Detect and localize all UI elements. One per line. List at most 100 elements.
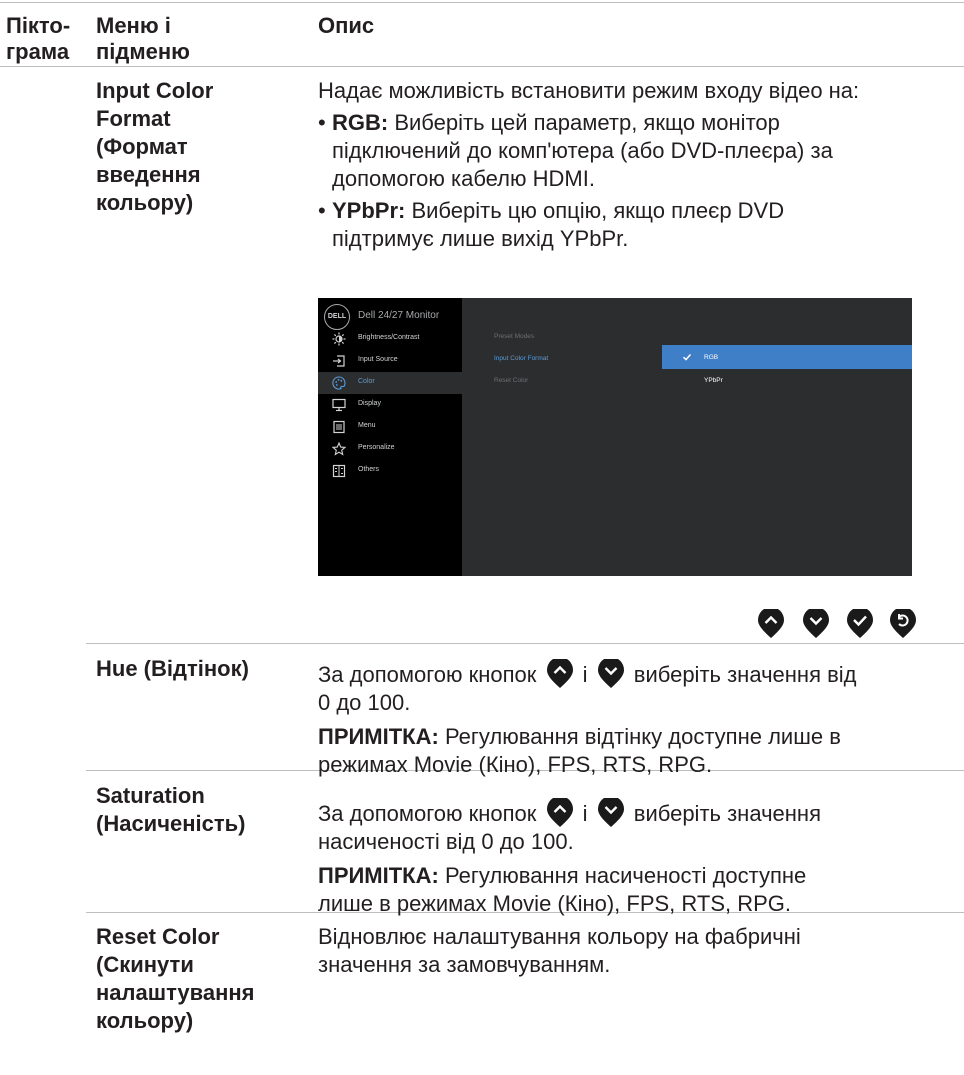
osd-menu-brightness-contrast[interactable]: Brightness/Contrast	[318, 328, 462, 350]
input-color-format-name: Input Color Format (Формат введення коль…	[96, 77, 213, 217]
hue-line-2: 0 до 100.	[318, 690, 411, 715]
saturation-description: За допомогою кнопок і виберіть значення …	[318, 798, 958, 918]
osd-option-rgb[interactable]: RGB	[704, 354, 718, 361]
display-icon	[332, 398, 346, 412]
reset-name-line: налаштування	[96, 980, 255, 1005]
saturation-line1-mid: і	[576, 801, 594, 826]
osd-option-ypbpr[interactable]: YPbPr	[704, 377, 723, 384]
input-color-name-line: Input Color	[96, 78, 214, 103]
down-button-icon	[597, 659, 624, 688]
hue-line1-mid: і	[576, 662, 594, 687]
header-pictogram-line2: грама	[6, 39, 70, 64]
saturation-line1-a: За допомогою кнопок	[318, 801, 543, 826]
osd-title: Dell 24/27 Monitor	[358, 310, 440, 321]
header-menu: Меню і підменю	[96, 13, 190, 65]
star-icon	[332, 442, 346, 456]
saturation-note-label: ПРИМІТКА:	[318, 863, 439, 888]
bullet-dot: •	[318, 198, 326, 223]
osd-submenu-preset-modes[interactable]: Preset Modes	[494, 333, 534, 340]
down-button-icon	[803, 609, 829, 638]
back-button-icon	[890, 609, 916, 638]
hue-name: Hue (Відтінок)	[96, 656, 249, 681]
osd-submenu-input-color-format[interactable]: Input Color Format	[494, 355, 548, 362]
osd-menu-personalize[interactable]: Personalize	[318, 438, 462, 460]
saturation-note: ПРИМІТКА: Регулювання насиченості доступ…	[318, 862, 958, 918]
ypbpr-text-2: підтримує лише вихід YPbPr.	[332, 226, 629, 251]
hue-line-1: За допомогою кнопок і виберіть значення …	[318, 659, 958, 689]
osd-screenshot: DELL Dell 24/27 Monitor Brightness/Contr…	[318, 298, 912, 576]
color-palette-icon	[332, 376, 346, 390]
brightness-icon	[332, 332, 346, 346]
osd-menu-others[interactable]: Others	[318, 460, 462, 482]
rgb-label: RGB:	[332, 110, 389, 135]
hue-note: ПРИМІТКА: Регулювання відтінку доступне …	[318, 723, 958, 779]
row-rule-1	[86, 643, 964, 644]
osd-submenu-panel: Preset Modes Input Color Format Reset Co…	[462, 298, 912, 576]
top-rule	[0, 2, 964, 3]
down-button-icon	[597, 798, 624, 827]
hue-note-label: ПРИМІТКА:	[318, 724, 439, 749]
osd-menu-display[interactable]: Display	[318, 394, 462, 416]
input-color-name-line: введення	[96, 162, 201, 187]
saturation-note-2: лише в режимах Movie (Кіно), FPS, RTS, R…	[318, 891, 792, 916]
up-button-icon	[546, 798, 573, 827]
up-button-icon	[758, 609, 784, 638]
rgb-bullet: • RGB: Виберіть цей параметр, якщо моніт…	[318, 109, 958, 193]
osd-menu-label: Personalize	[358, 444, 395, 451]
header-rule	[0, 66, 964, 67]
osd-submenu-reset-color[interactable]: Reset Color	[494, 377, 528, 384]
saturation-line1-b: виберіть значення	[627, 801, 821, 826]
rgb-bullet-text: RGB: Виберіть цей параметр, якщо монітор…	[332, 109, 833, 193]
rgb-text-1: Виберіть цей параметр, якщо монітор	[388, 110, 780, 135]
input-color-format-description: Надає можливість встановити режим входу …	[318, 77, 958, 253]
osd-option-rgb-highlight[interactable]	[662, 345, 912, 369]
input-color-name-line: (Формат	[96, 134, 188, 159]
input-color-name-line: Format	[96, 106, 171, 131]
hue-note-1: Регулювання відтінку доступне лише в	[438, 724, 841, 749]
saturation-name: Saturation (Насиченість)	[96, 782, 245, 838]
osd-menu-input-source[interactable]: Input Source	[318, 350, 462, 372]
ypbpr-bullet: • YPbPr: Виберіть цю опцію, якщо плеєр D…	[318, 197, 958, 253]
osd-menu-label: Color	[358, 378, 375, 385]
header-description: Опис	[318, 13, 375, 38]
others-icon	[332, 464, 346, 478]
header-pictogram: Пікто- грама	[6, 13, 70, 65]
rgb-text-2: підключений до комп'ютера (або DVD-плеєр…	[332, 138, 833, 163]
saturation-name-line: Saturation	[96, 783, 205, 808]
reset-name-line: кольору)	[96, 1008, 194, 1033]
rgb-text-3: допомогою кабелю HDMI.	[332, 166, 595, 191]
hue-line1-b: виберіть значення від	[627, 662, 857, 687]
saturation-note-1: Регулювання насиченості доступне	[438, 863, 807, 888]
input-source-icon	[333, 355, 345, 367]
input-color-intro: Надає можливість встановити режим входу …	[318, 78, 860, 103]
saturation-line-1: За допомогою кнопок і виберіть значення	[318, 798, 958, 828]
osd-menu-label: Display	[358, 400, 381, 407]
hue-description: За допомогою кнопок і виберіть значення …	[318, 659, 958, 779]
header-pictogram-line1: Пікто-	[6, 13, 71, 38]
check-icon	[682, 353, 692, 361]
dell-logo: DELL	[324, 304, 350, 330]
osd-menu-label: Menu	[358, 422, 376, 429]
ypbpr-label: YPbPr:	[332, 198, 406, 223]
ypbpr-text-1: Виберіть цю опцію, якщо плеєр DVD	[405, 198, 785, 223]
menu-icon	[333, 420, 345, 434]
up-button-icon	[546, 659, 573, 688]
osd-menu-label: Others	[358, 466, 380, 473]
ok-button-icon	[847, 609, 873, 638]
reset-name-line: Reset Color	[96, 924, 220, 949]
osd-menu-label: Input Source	[358, 356, 398, 363]
reset-color-description: Відновлює налаштування кольору на фабрич…	[318, 923, 958, 979]
saturation-line-2: насиченості від 0 до 100.	[318, 829, 574, 854]
saturation-name-line: (Насиченість)	[96, 811, 246, 836]
reset-color-name: Reset Color (Скинути налаштування кольор…	[96, 923, 255, 1035]
osd-main-menu: DELL Dell 24/27 Monitor Brightness/Contr…	[318, 298, 462, 576]
ypbpr-bullet-text: YPbPr: Виберіть цю опцію, якщо плеєр DVD…	[332, 197, 784, 253]
osd-menu-menu[interactable]: Menu	[318, 416, 462, 438]
header-menu-line2: підменю	[96, 39, 190, 64]
reset-name-line: (Скинути	[96, 952, 194, 977]
hue-note-2: режимах Movie (Кіно), FPS, RTS, RPG.	[318, 752, 713, 777]
osd-menu-color[interactable]: Color	[318, 372, 462, 394]
header-menu-line1: Меню і	[96, 13, 171, 38]
hue-line1-a: За допомогою кнопок	[318, 662, 543, 687]
input-color-name-line: кольору)	[96, 190, 194, 215]
